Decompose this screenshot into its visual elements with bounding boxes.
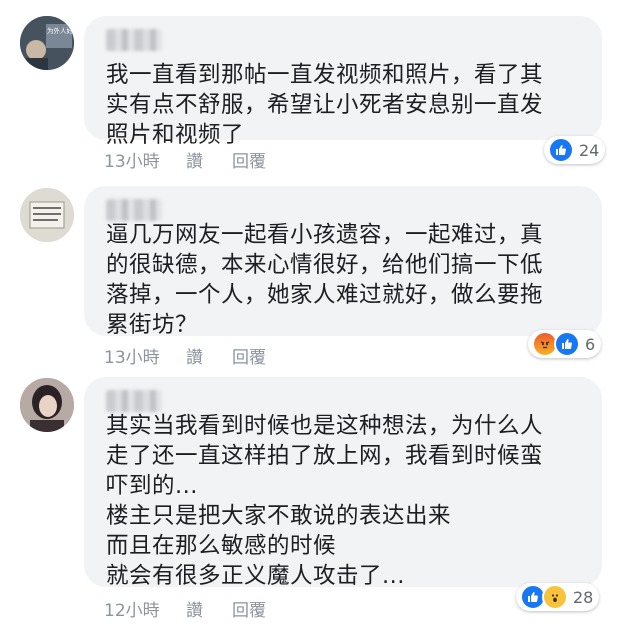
reply-link[interactable]: 回覆 [232, 147, 266, 172]
like-link[interactable]: 讚 [186, 343, 232, 368]
comment-text: 我一直看到那帖一直发视频和照片，看了其 实有点不舒服，希望让小死者安息别一直发 … [106, 62, 544, 148]
wow-icon [542, 584, 568, 610]
reaction-summary[interactable]: 28 [516, 583, 600, 611]
reaction-summary[interactable]: 6 [528, 330, 602, 358]
avatar[interactable]: 为外人好 對家人要更好 [20, 16, 74, 70]
timestamp[interactable]: 13小時 [104, 343, 186, 368]
author-name-blurred[interactable] [106, 390, 162, 412]
avatar-image [20, 378, 74, 432]
reaction-count: 28 [573, 587, 594, 607]
comment-actions: 13小時 讚 回覆 [104, 147, 266, 172]
comment-bubble: 我一直看到那帖一直发视频和照片，看了其 实有点不舒服，希望让小死者安息别一直发 … [84, 16, 602, 148]
reaction-summary[interactable]: 24 [544, 136, 606, 164]
like-icon [554, 331, 580, 357]
timestamp[interactable]: 13小時 [104, 147, 186, 172]
avatar[interactable] [20, 378, 74, 432]
reaction-count: 6 [585, 334, 596, 354]
avatar-image: 为外人好 對家人要更好 [20, 16, 74, 70]
comment-actions: 13小時 讚 回覆 [104, 343, 266, 368]
comment-bubble: 其实当我看到时候也是这种想法，为什么人 走了还一直这样拍了放上网，我看到时候蛮 … [84, 377, 602, 589]
avatar-caption: 为外人好 對家人要更好 [47, 26, 74, 35]
comment-actions: 12小時 讚 回覆 [104, 596, 266, 621]
avatar[interactable] [20, 188, 74, 242]
comment-text: 逼几万网友一起看小孩遗容，一起难过，真 的很缺德，本来心情很好，给他们搞一下低 … [106, 222, 544, 338]
timestamp[interactable]: 12小時 [104, 596, 186, 621]
comment-text: 其实当我看到时候也是这种想法，为什么人 走了还一直这样拍了放上网，我看到时候蛮 … [106, 413, 544, 589]
reaction-count: 24 [579, 140, 600, 160]
like-icon [548, 137, 574, 163]
like-link[interactable]: 讚 [186, 596, 232, 621]
avatar-image [20, 188, 74, 242]
author-name-blurred[interactable] [106, 199, 162, 221]
reply-link[interactable]: 回覆 [232, 343, 266, 368]
comment-bubble: 逼几万网友一起看小孩遗容，一起难过，真 的很缺德，本来心情很好，给他们搞一下低 … [84, 186, 602, 338]
reply-link[interactable]: 回覆 [232, 596, 266, 621]
like-link[interactable]: 讚 [186, 147, 232, 172]
author-name-blurred[interactable] [106, 29, 162, 51]
